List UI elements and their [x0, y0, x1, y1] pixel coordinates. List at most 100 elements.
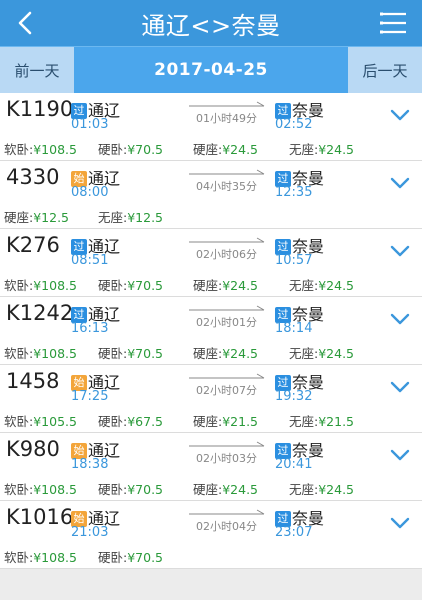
seat-type-label: 软卧:	[4, 414, 34, 429]
train-row[interactable]: 1458 始通辽 17:25 02小时07分过奈曼 19:32 软卧:¥105.5 硬卧:¥…	[0, 365, 422, 433]
expand-button[interactable]	[390, 515, 410, 529]
seat-type-label: 软卧:	[4, 550, 34, 565]
expand-button[interactable]	[390, 243, 410, 257]
seat-type-label: 硬座:	[193, 414, 223, 429]
seat-price-value: ¥108.5	[33, 550, 77, 565]
chevron-left-icon	[18, 11, 32, 35]
train-row[interactable]: K1016 始通辽 21:03 02小时04分过奈曼 23:07 软卧:¥108.5 硬卧:…	[0, 501, 422, 569]
seat-type-label: 软卧:	[4, 346, 34, 361]
seat-price-value: ¥21.5	[318, 414, 355, 429]
current-date[interactable]: 2017-04-25	[74, 47, 348, 93]
seat-type-label: 硬座:	[193, 346, 223, 361]
seat-price: 硬座:¥24.5	[193, 139, 258, 158]
seat-price: 无座:¥24.5	[289, 343, 354, 362]
duration-indicator: 02小时01分	[188, 305, 266, 329]
seat-price-value: ¥70.5	[127, 278, 164, 293]
arrival-time: 18:14	[275, 321, 313, 336]
train-number: 4330	[6, 165, 60, 189]
seat-price-value: ¥24.5	[222, 482, 259, 497]
seat-price: 软卧:¥108.5	[4, 547, 77, 566]
seat-price: 软卧:¥105.5	[4, 411, 77, 430]
arrival-time: 12:35	[275, 185, 313, 200]
expand-button[interactable]	[390, 175, 410, 189]
duration-indicator: 02小时03分	[188, 441, 266, 465]
seat-price: 无座:¥24.5	[289, 479, 354, 498]
seat-price: 硬座:¥12.5	[4, 207, 69, 226]
seat-price: 无座:¥24.5	[289, 275, 354, 294]
duration-indicator: 02小时07分	[188, 373, 266, 397]
menu-button[interactable]	[380, 12, 408, 34]
next-day-button[interactable]: 后一天	[348, 47, 422, 93]
expand-button[interactable]	[390, 107, 410, 121]
seat-type-label: 硬卧:	[98, 482, 128, 497]
seat-price-value: ¥12.5	[33, 210, 70, 225]
seat-price-value: ¥70.5	[127, 142, 164, 157]
prev-day-button[interactable]: 前一天	[0, 47, 74, 93]
app-root: 通辽<>奈曼 前一天 2017-04-25 后一天 K1190 过通辽 01:03 0…	[0, 0, 422, 600]
train-row[interactable]: K1190 过通辽 01:03 01小时49分过奈曼 02:52 软卧:¥108.5 硬卧:…	[0, 93, 422, 161]
train-number: K276	[6, 233, 60, 257]
seat-price-value: ¥24.5	[222, 346, 259, 361]
arrival-time: 20:41	[275, 457, 313, 472]
seat-type-label: 硬卧:	[98, 414, 128, 429]
seat-price: 硬座:¥24.5	[193, 343, 258, 362]
train-number: K1242	[6, 301, 74, 325]
departure-time: 18:38	[71, 457, 109, 472]
expand-button[interactable]	[390, 379, 410, 393]
arrival-time: 23:07	[275, 525, 313, 540]
train-list: K1190 过通辽 01:03 01小时49分过奈曼 02:52 软卧:¥108.5 硬卧:…	[0, 93, 422, 569]
seat-type-label: 硬卧:	[98, 550, 128, 565]
expand-button[interactable]	[390, 311, 410, 325]
seat-price: 无座:¥21.5	[289, 411, 354, 430]
duration-indicator: 02小时04分	[188, 509, 266, 533]
seat-price-value: ¥12.5	[127, 210, 164, 225]
seat-type-label: 无座:	[289, 346, 319, 361]
chevron-down-icon	[390, 449, 410, 461]
seat-price: 软卧:¥108.5	[4, 343, 77, 362]
train-row[interactable]: K980 始通辽 18:38 02小时03分过奈曼 20:41 软卧:¥108.5 硬卧:¥…	[0, 433, 422, 501]
chevron-down-icon	[390, 177, 410, 189]
seat-price-value: ¥105.5	[33, 414, 77, 429]
seat-price-value: ¥24.5	[222, 278, 259, 293]
seat-price-value: ¥70.5	[127, 550, 164, 565]
duration-indicator: 01小时49分	[188, 101, 266, 125]
seat-type-label: 软卧:	[4, 482, 34, 497]
seat-price: 硬卧:¥70.5	[98, 343, 163, 362]
train-number: K1016	[6, 505, 74, 529]
chevron-down-icon	[390, 109, 410, 121]
arrival-time: 19:32	[275, 389, 313, 404]
seat-type-label: 硬座:	[193, 142, 223, 157]
train-row[interactable]: K276 过通辽 08:51 02小时06分过奈曼 10:57 软卧:¥108.5 硬卧:¥…	[0, 229, 422, 297]
seat-type-label: 无座:	[98, 210, 128, 225]
departure-time: 08:51	[71, 253, 109, 268]
seat-price-value: ¥108.5	[33, 142, 77, 157]
seat-type-label: 无座:	[289, 142, 319, 157]
seat-type-label: 无座:	[289, 482, 319, 497]
back-button[interactable]	[10, 8, 40, 38]
seat-price: 无座:¥24.5	[289, 139, 354, 158]
trip-duration: 02小时07分	[196, 384, 257, 397]
arrival-time: 10:57	[275, 253, 313, 268]
departure-time: 08:00	[71, 185, 109, 200]
trip-duration: 02小时03分	[196, 452, 257, 465]
seat-price-value: ¥108.5	[33, 482, 77, 497]
departure-time: 21:03	[71, 525, 109, 540]
seat-price-value: ¥24.5	[318, 142, 355, 157]
seat-price-value: ¥21.5	[222, 414, 259, 429]
chevron-down-icon	[390, 245, 410, 257]
arrival-time: 02:52	[275, 117, 313, 132]
train-row[interactable]: K1242 过通辽 16:13 02小时01分过奈曼 18:14 软卧:¥108.5 硬卧:…	[0, 297, 422, 365]
date-bar: 前一天 2017-04-25 后一天	[0, 46, 422, 93]
seat-price-value: ¥108.5	[33, 278, 77, 293]
seat-type-label: 无座:	[289, 414, 319, 429]
departure-time: 16:13	[71, 321, 109, 336]
seat-type-label: 无座:	[289, 278, 319, 293]
expand-button[interactable]	[390, 447, 410, 461]
seat-type-label: 硬座:	[4, 210, 34, 225]
seat-type-label: 硬卧:	[98, 142, 128, 157]
seat-price: 无座:¥12.5	[98, 207, 163, 226]
train-number: 1458	[6, 369, 60, 393]
seat-price-value: ¥70.5	[127, 346, 164, 361]
seat-price-value: ¥108.5	[33, 346, 77, 361]
train-row[interactable]: 4330 始通辽 08:00 04小时35分过奈曼 12:35 硬座:¥12.5 无座:¥1…	[0, 161, 422, 229]
